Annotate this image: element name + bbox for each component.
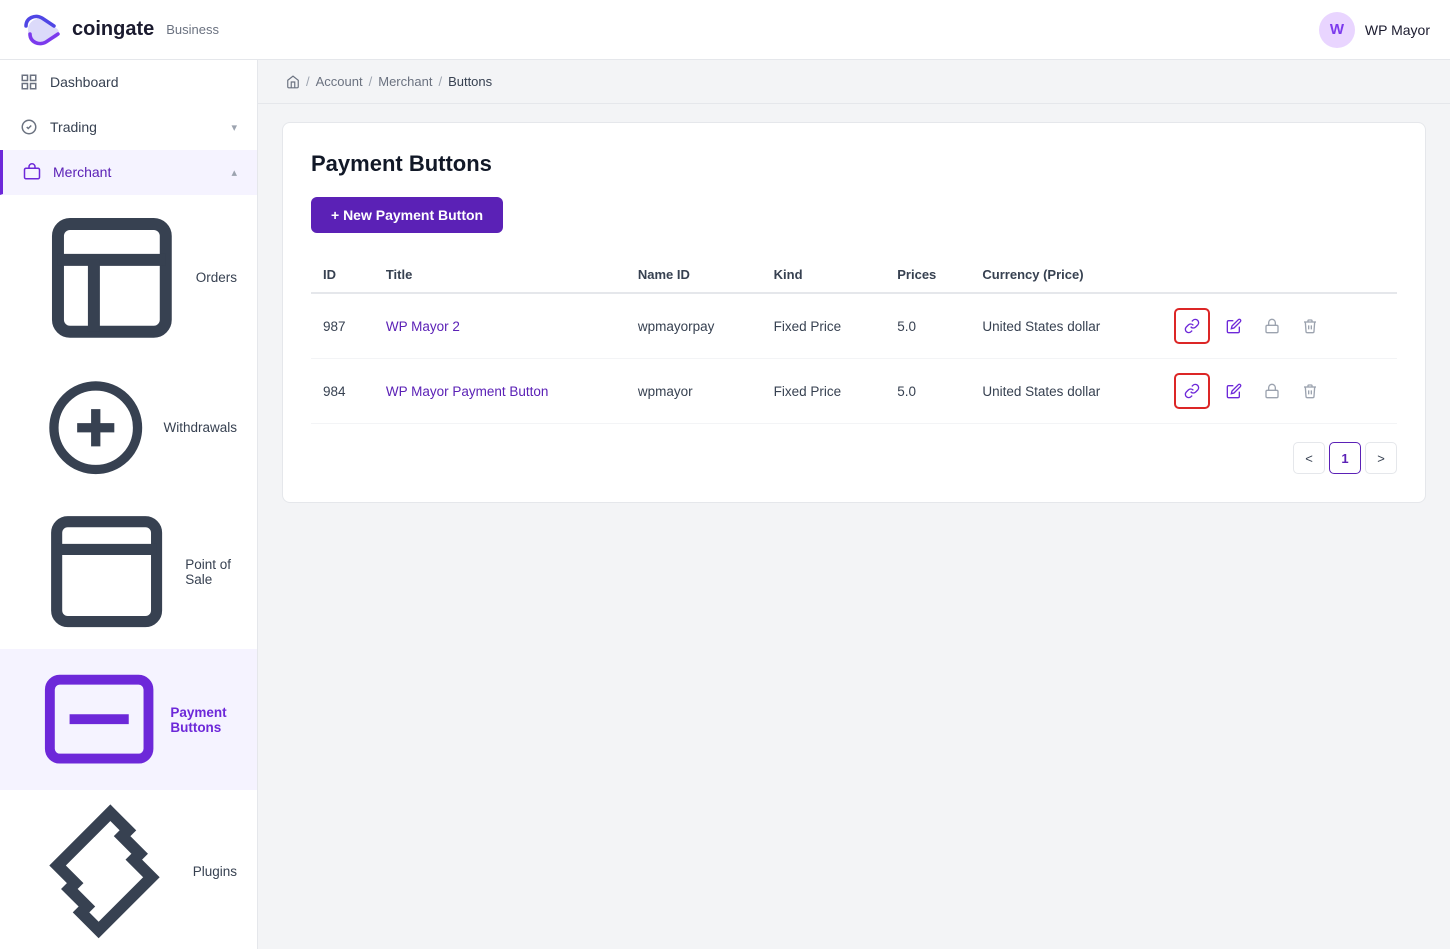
cell-kind: Fixed Price <box>762 359 886 424</box>
col-header-currency: Currency (Price) <box>970 257 1162 293</box>
title-link[interactable]: WP Mayor 2 <box>386 319 460 334</box>
sidebar-label-merchant: Merchant <box>53 164 111 180</box>
topbar: coingate Business W WP Mayor <box>0 0 1450 60</box>
breadcrumb-account[interactable]: Account <box>316 74 363 89</box>
current-page-button[interactable]: 1 <box>1329 442 1361 474</box>
lock-button[interactable] <box>1258 377 1286 405</box>
lock-icon <box>1264 383 1280 399</box>
link-action-highlight <box>1174 373 1210 409</box>
trading-chevron: ▾ <box>231 121 237 134</box>
main-content: / Account / Merchant / Buttons Payment B… <box>258 60 1450 949</box>
table-row: 987 WP Mayor 2 wpmayorpay Fixed Price 5.… <box>311 293 1397 359</box>
delete-icon <box>1302 318 1318 334</box>
home-icon <box>286 75 300 89</box>
user-area[interactable]: W WP Mayor <box>1319 12 1430 48</box>
next-page-button[interactable]: > <box>1365 442 1397 474</box>
logo-icon <box>20 12 64 48</box>
cell-prices: 5.0 <box>885 359 970 424</box>
sidebar-label-plugins: Plugins <box>193 864 237 879</box>
merchant-icon <box>23 163 41 181</box>
title-link[interactable]: WP Mayor Payment Button <box>386 384 549 399</box>
link-action-highlight <box>1174 308 1210 344</box>
cell-name-id: wpmayor <box>626 359 762 424</box>
sidebar-label-dashboard: Dashboard <box>50 74 119 90</box>
col-header-title: Title <box>374 257 626 293</box>
content-card: Payment Buttons + New Payment Button ID … <box>282 122 1426 503</box>
col-header-kind: Kind <box>762 257 886 293</box>
table-row: 984 WP Mayor Payment Button wpmayor Fixe… <box>311 359 1397 424</box>
delete-button[interactable] <box>1296 312 1324 340</box>
col-header-prices: Prices <box>885 257 970 293</box>
link-icon <box>1184 318 1200 334</box>
link-icon <box>1184 383 1200 399</box>
actions-group <box>1174 308 1385 344</box>
sidebar-label-withdrawals: Withdrawals <box>163 420 237 435</box>
breadcrumb: / Account / Merchant / Buttons <box>258 60 1450 104</box>
cell-actions <box>1162 359 1397 424</box>
lock-button[interactable] <box>1258 312 1286 340</box>
dashboard-icon <box>20 73 38 91</box>
col-header-id: ID <box>311 257 374 293</box>
cell-currency: United States dollar <box>970 293 1162 359</box>
username: WP Mayor <box>1365 22 1430 38</box>
sidebar-item-payment-buttons[interactable]: Payment Buttons <box>0 649 257 789</box>
delete-button[interactable] <box>1296 377 1324 405</box>
logo-text: coingate <box>72 18 154 41</box>
orders-icon <box>40 206 184 350</box>
cell-title: WP Mayor Payment Button <box>374 359 626 424</box>
edit-icon <box>1226 318 1242 334</box>
delete-icon <box>1302 383 1318 399</box>
link-button[interactable] <box>1178 312 1206 340</box>
link-button[interactable] <box>1178 377 1206 405</box>
col-header-actions <box>1162 257 1397 293</box>
sidebar-item-plugins[interactable]: Plugins <box>0 790 257 949</box>
page-title: Payment Buttons <box>311 151 1397 177</box>
lock-icon <box>1264 318 1280 334</box>
sidebar-item-orders[interactable]: Orders <box>0 195 257 361</box>
cell-currency: United States dollar <box>970 359 1162 424</box>
pagination: < 1 > <box>311 442 1397 474</box>
sidebar-item-pos[interactable]: Point of Sale <box>0 494 257 649</box>
actions-group <box>1174 373 1385 409</box>
sidebar-item-trading[interactable]: Trading ▾ <box>0 105 257 150</box>
cell-prices: 5.0 <box>885 293 970 359</box>
cell-name-id: wpmayorpay <box>626 293 762 359</box>
cell-actions <box>1162 293 1397 359</box>
sidebar-item-withdrawals[interactable]: Withdrawals <box>0 361 257 494</box>
breadcrumb-merchant[interactable]: Merchant <box>378 74 432 89</box>
pos-icon <box>40 505 173 638</box>
cell-id: 987 <box>311 293 374 359</box>
cell-kind: Fixed Price <box>762 293 886 359</box>
cell-id: 984 <box>311 359 374 424</box>
prev-page-button[interactable]: < <box>1293 442 1325 474</box>
cell-title: WP Mayor 2 <box>374 293 626 359</box>
avatar: W <box>1319 12 1355 48</box>
edit-button[interactable] <box>1220 312 1248 340</box>
plugins-icon <box>40 801 181 942</box>
logo-area: coingate Business <box>20 12 219 48</box>
edit-icon <box>1226 383 1242 399</box>
col-header-name-id: Name ID <box>626 257 762 293</box>
breadcrumb-current: Buttons <box>448 74 492 89</box>
new-payment-button[interactable]: + New Payment Button <box>311 197 503 233</box>
payment-buttons-icon <box>40 660 158 778</box>
edit-button[interactable] <box>1220 377 1248 405</box>
trading-icon <box>20 118 38 136</box>
merchant-chevron: ▴ <box>231 166 237 179</box>
withdrawals-icon <box>40 372 151 483</box>
sidebar-item-dashboard[interactable]: Dashboard <box>0 60 257 105</box>
sidebar: Dashboard Trading ▾ Merchant ▴ Orders Wi… <box>0 60 258 949</box>
sidebar-item-merchant[interactable]: Merchant ▴ <box>0 150 257 195</box>
sidebar-label-trading: Trading <box>50 119 97 135</box>
sidebar-label-pos: Point of Sale <box>185 557 237 587</box>
logo-badge: Business <box>166 22 219 37</box>
sidebar-label-payment-buttons: Payment Buttons <box>170 705 237 735</box>
sidebar-label-orders: Orders <box>196 270 237 285</box>
payment-buttons-table: ID Title Name ID Kind Prices Currency (P… <box>311 257 1397 424</box>
